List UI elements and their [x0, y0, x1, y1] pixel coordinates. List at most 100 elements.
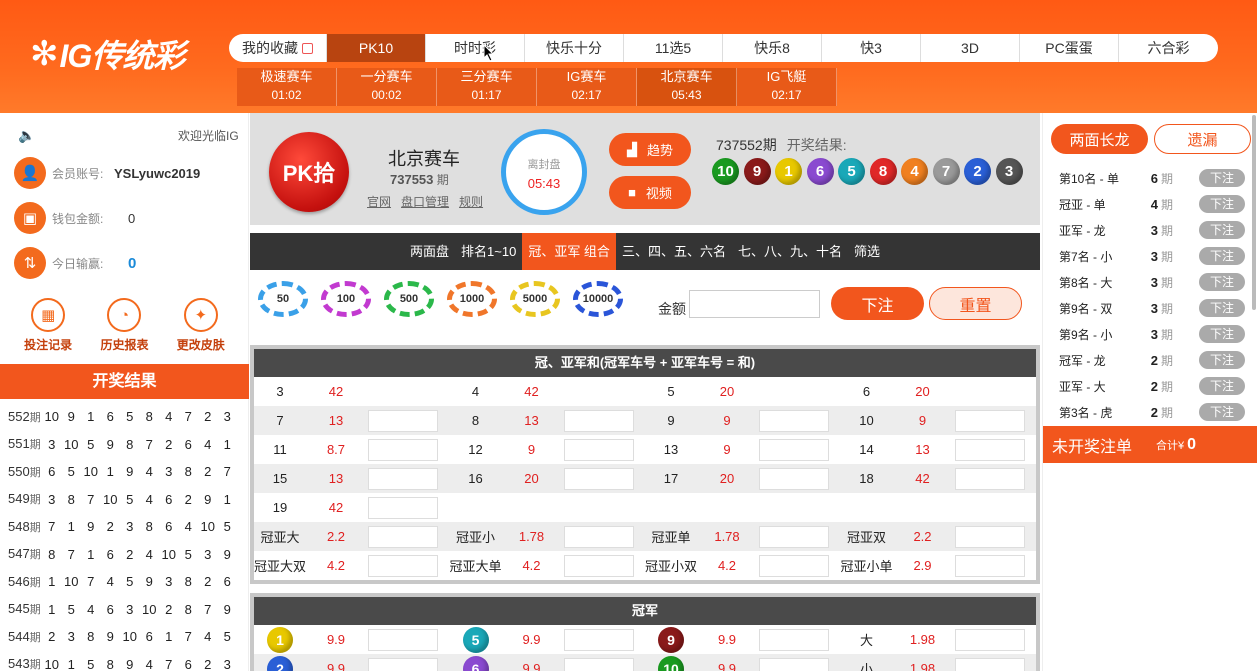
bet-input[interactable]: [954, 438, 1025, 461]
bet-input[interactable]: [954, 554, 1025, 577]
bet-input[interactable]: [954, 525, 1025, 548]
bet-input[interactable]: [954, 409, 1025, 432]
amount-input[interactable]: [689, 290, 820, 318]
bet-input[interactable]: [563, 554, 634, 577]
dragon-bet-button[interactable]: 下注: [1199, 403, 1245, 421]
bet-input[interactable]: [368, 554, 438, 577]
tab-long-dragon[interactable]: 两面长龙: [1051, 124, 1148, 154]
bet-button[interactable]: 下注: [831, 287, 924, 320]
bet-input[interactable]: [368, 438, 438, 461]
bet-input[interactable]: [368, 657, 438, 671]
bet-input[interactable]: [563, 628, 634, 651]
history-row: 552期 10 9 1 6 5 8 4 7 2 3: [0, 403, 249, 431]
dragon-bet-button[interactable]: 下注: [1199, 325, 1245, 343]
bet-input[interactable]: [563, 657, 634, 671]
nav-item[interactable]: 快乐8: [723, 34, 822, 62]
rules-link[interactable]: 规则: [459, 193, 483, 210]
dragon-bet-button[interactable]: 下注: [1199, 351, 1245, 369]
dragon-bet-button[interactable]: 下注: [1199, 247, 1245, 265]
number-ball: 10: [658, 655, 684, 671]
result-ball: 1: [775, 158, 802, 185]
result-number: 7: [184, 629, 192, 645]
odds-cell: 17 20: [645, 464, 841, 493]
play-tab[interactable]: 筛选: [848, 233, 886, 270]
dragon-bet-button[interactable]: 下注: [1199, 221, 1245, 239]
chip-5000[interactable]: 5000: [510, 281, 560, 317]
game-links: 官网 盘口管理 规则: [367, 193, 483, 210]
result-number: 5: [126, 491, 134, 507]
bet-records-button[interactable]: ▦ 投注记录: [13, 298, 83, 353]
bet-input[interactable]: [954, 628, 1025, 651]
nav-item[interactable]: 六合彩: [1119, 34, 1218, 62]
odds-row: 7 13 8 13 9 9 10 9: [254, 406, 1036, 435]
chip-100[interactable]: 100: [321, 281, 371, 317]
nav-item[interactable]: 11选5: [624, 34, 723, 62]
play-tab[interactable]: 排名1~10: [455, 233, 522, 270]
nav-item[interactable]: 快3: [822, 34, 921, 62]
chip-500[interactable]: 500: [384, 281, 434, 317]
play-tab[interactable]: 冠、亚军 组合: [522, 233, 616, 270]
result-number: 8: [184, 601, 192, 617]
bet-input[interactable]: [563, 438, 634, 461]
bet-input[interactable]: [954, 467, 1025, 490]
play-tab[interactable]: 两面盘: [404, 233, 455, 270]
bet-input[interactable]: [759, 467, 829, 490]
dragon-name: 第8名 - 大: [1059, 275, 1113, 290]
chip-1000[interactable]: 1000: [447, 281, 497, 317]
subnav-item[interactable]: 极速赛车 01:02: [237, 68, 337, 106]
dragon-bet-button[interactable]: 下注: [1199, 195, 1245, 213]
bet-input[interactable]: [563, 525, 634, 548]
subnav-item[interactable]: IG飞艇 02:17: [737, 68, 837, 106]
nav-item[interactable]: 我的收藏: [229, 34, 327, 62]
subnav-item[interactable]: 三分赛车 01:17: [437, 68, 537, 106]
dragon-bet-button[interactable]: 下注: [1199, 299, 1245, 317]
option-label: 大: [859, 633, 873, 648]
bet-input[interactable]: [954, 657, 1025, 671]
bet-input[interactable]: [759, 525, 829, 548]
bet-input[interactable]: [368, 525, 438, 548]
dragon-bet-button[interactable]: 下注: [1199, 169, 1245, 187]
nav-item[interactable]: PC蛋蛋: [1020, 34, 1119, 62]
bet-input[interactable]: [759, 628, 829, 651]
trend-button[interactable]: ▟ 趋势: [609, 133, 691, 166]
subnav-item[interactable]: 北京赛车 05:43: [637, 68, 737, 106]
bet-input[interactable]: [368, 467, 438, 490]
scrollbar[interactable]: [1252, 115, 1256, 310]
reset-button[interactable]: 重置: [929, 287, 1022, 320]
bet-input[interactable]: [759, 657, 829, 671]
change-skin-button[interactable]: ✦ 更改皮肤: [166, 298, 236, 353]
nav-item[interactable]: 时时彩: [426, 34, 525, 62]
chip-10000[interactable]: 10000: [573, 281, 623, 317]
dragon-bet-button[interactable]: 下注: [1199, 377, 1245, 395]
bet-input[interactable]: [368, 409, 438, 432]
nav-item[interactable]: PK10: [327, 34, 426, 62]
subnav-item[interactable]: IG赛车 02:17: [537, 68, 637, 106]
result-number: 2: [48, 629, 56, 645]
result-number: 5: [126, 409, 134, 425]
nav-item[interactable]: 快乐十分: [525, 34, 624, 62]
bet-input[interactable]: [759, 409, 829, 432]
play-tab[interactable]: 七、八、九、十名: [732, 233, 848, 270]
odds-value: 9: [918, 413, 927, 428]
bet-input[interactable]: [759, 438, 829, 461]
dragon-bet-button[interactable]: 下注: [1199, 273, 1245, 291]
result-number: 4: [145, 546, 153, 562]
subnav-item[interactable]: 一分赛车 00:02: [337, 68, 437, 106]
chip-50[interactable]: 50: [258, 281, 308, 317]
play-tab[interactable]: 三、四、五、六名: [616, 233, 732, 270]
bet-input[interactable]: [759, 554, 829, 577]
result-number: 1: [87, 409, 95, 425]
tab-missing[interactable]: 遗漏: [1154, 124, 1251, 154]
bet-input[interactable]: [368, 628, 438, 651]
video-button[interactable]: ■ 视频: [609, 176, 691, 209]
speaker-icon[interactable]: 🔈: [18, 127, 35, 144]
nav-item[interactable]: 3D: [921, 34, 1020, 62]
history-report-button[interactable]: ◔ 历史报表: [89, 298, 159, 353]
bet-input[interactable]: [563, 467, 634, 490]
bet-input[interactable]: [563, 409, 634, 432]
bet-input[interactable]: [368, 496, 438, 519]
official-site-link[interactable]: 官网: [367, 193, 391, 210]
odds-manage-link[interactable]: 盘口管理: [401, 193, 449, 210]
odds-value: 13: [524, 413, 539, 428]
odds-cell: 冠亚大单 4.2: [450, 551, 646, 580]
